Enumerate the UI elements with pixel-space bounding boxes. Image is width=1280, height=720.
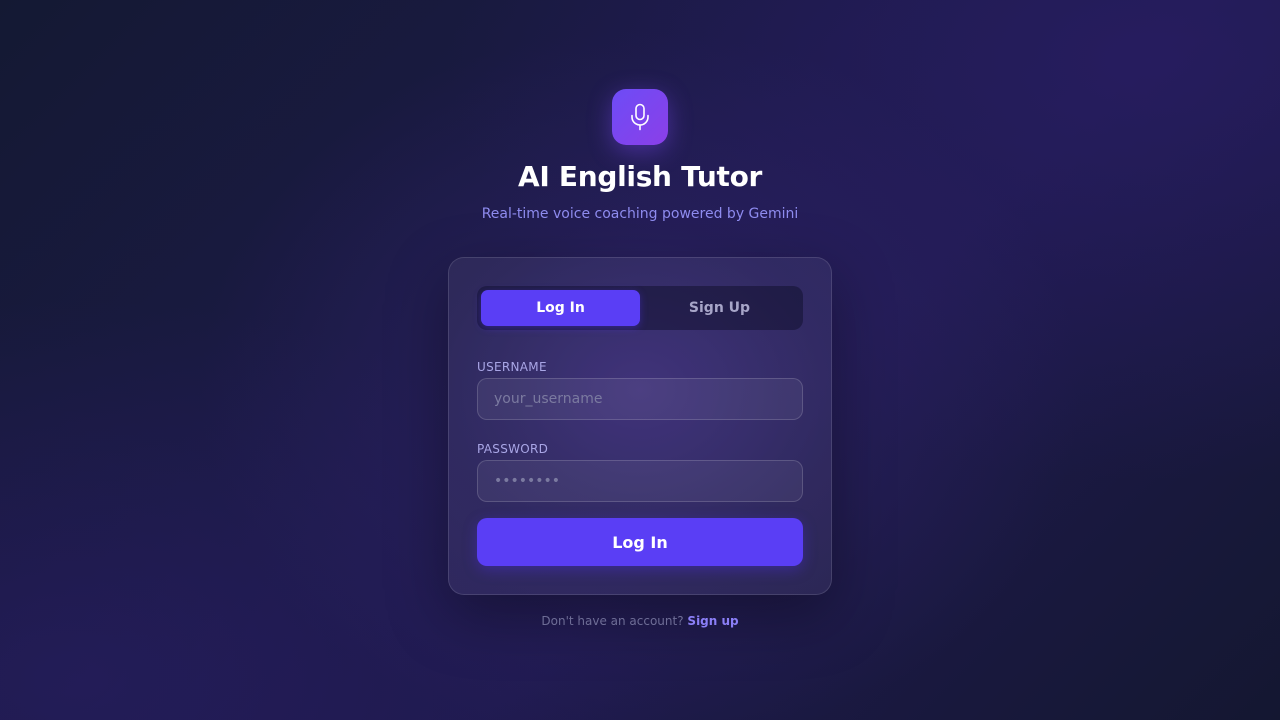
username-input[interactable] <box>477 378 803 420</box>
signup-prompt-text: Don't have an account? <box>541 614 684 628</box>
app-subtitle: Real-time voice coaching powered by Gemi… <box>481 206 799 222</box>
log-in-button[interactable]: Log In <box>477 518 803 566</box>
app-title: AI English Tutor <box>517 160 763 193</box>
tab-sign-up[interactable]: Sign Up <box>640 290 799 326</box>
sign-up-link[interactable]: Sign up <box>687 614 738 628</box>
signup-prompt: Don't have an account? Sign up <box>0 614 1280 628</box>
password-input[interactable] <box>477 460 803 502</box>
password-label: PASSWORD <box>477 442 549 456</box>
login-card: Log In Sign Up USERNAME PASSWORD Log In <box>448 257 832 595</box>
tab-log-in[interactable]: Log In <box>481 290 640 326</box>
app-logo <box>612 89 668 145</box>
microphone-icon <box>631 103 649 131</box>
username-label: USERNAME <box>477 360 547 374</box>
auth-tabs: Log In Sign Up <box>477 286 803 330</box>
